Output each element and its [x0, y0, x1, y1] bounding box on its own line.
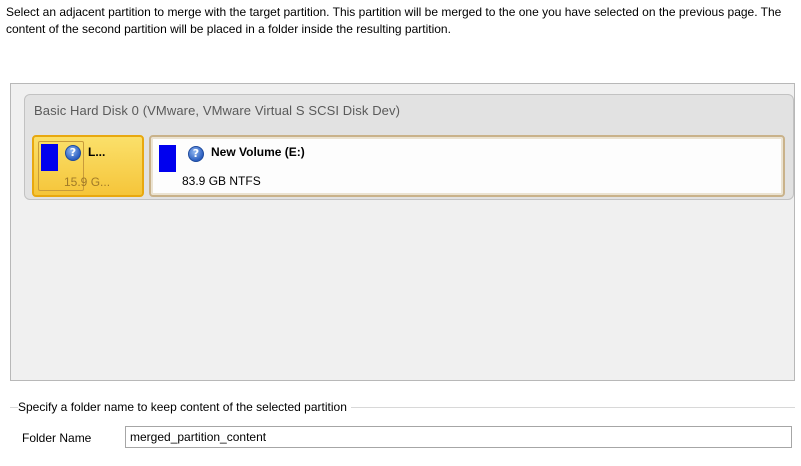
partition-color-bar — [41, 144, 58, 171]
folder-name-input[interactable] — [125, 426, 792, 448]
folder-group-legend: Specify a folder name to keep content of… — [18, 400, 351, 414]
disk-group: Basic Hard Disk 0 (VMware, VMware Virtua… — [24, 94, 794, 200]
partition-size: 83.9 GB NTFS — [182, 174, 261, 188]
partition-small-selected[interactable]: ? L... 15.9 G... — [32, 135, 144, 197]
help-icon[interactable]: ? — [65, 145, 81, 161]
partition-new-volume[interactable]: ? New Volume (E:) 83.9 GB NTFS — [149, 135, 785, 197]
instructions-text: Select an adjacent partition to merge wi… — [6, 5, 782, 36]
partition-name: L... — [88, 145, 106, 159]
disk-title: Basic Hard Disk 0 (VMware, VMware Virtua… — [34, 103, 401, 118]
partition-color-bar — [159, 145, 176, 172]
disk-map-panel: Basic Hard Disk 0 (VMware, VMware Virtua… — [10, 83, 795, 381]
help-icon[interactable]: ? — [188, 146, 204, 162]
folder-name-group: Specify a folder name to keep content of… — [10, 394, 795, 460]
folder-name-label: Folder Name — [22, 431, 92, 445]
partition-size: 15.9 G... — [64, 175, 111, 189]
partition-name: New Volume (E:) — [211, 145, 305, 159]
